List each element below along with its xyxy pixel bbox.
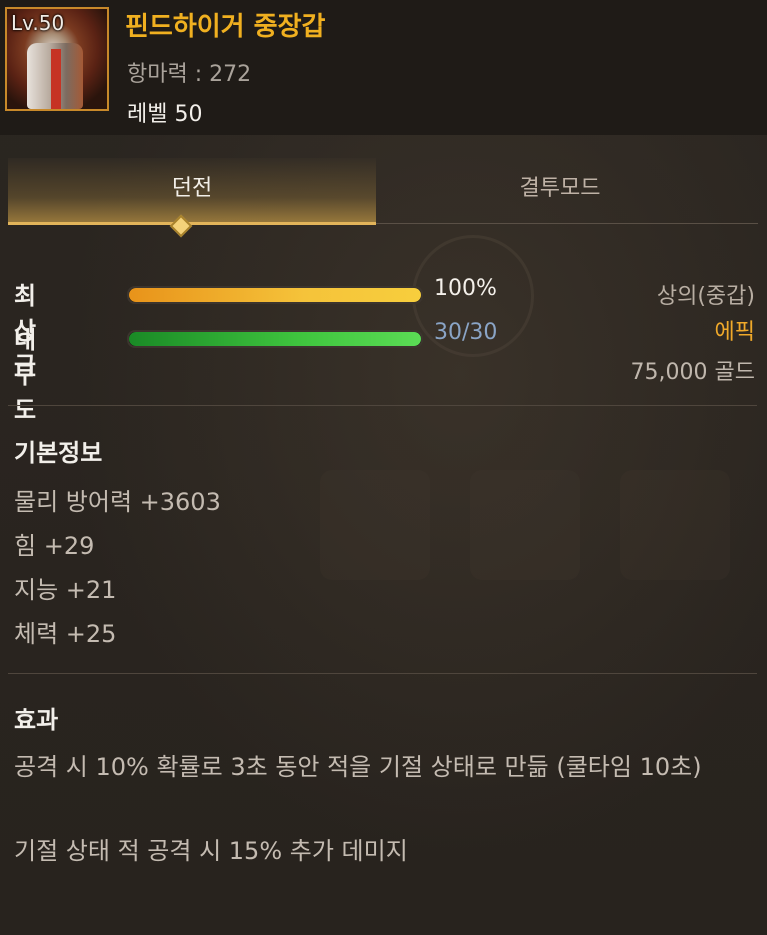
section-divider	[8, 405, 757, 406]
effect-title: 효과	[14, 706, 59, 734]
active-tab-underline	[8, 222, 376, 225]
section-divider	[8, 673, 757, 674]
durability-value: 30/30	[434, 320, 498, 345]
heavy-armor-icon: Lv.50	[5, 7, 109, 111]
stat-line: 체력 +25	[14, 620, 117, 648]
required-level: 레벨 50	[127, 102, 203, 127]
durability-bar	[127, 330, 423, 348]
equipment-slot: 상의(중갑)	[656, 284, 755, 309]
item-tooltip-panel: Lv.50 핀드하이거 중장갑 항마력 : 272 레벨 50 던전 결투모드 …	[0, 0, 767, 935]
effect-line: 공격 시 10% 확률로 3초 동안 적을 기절 상태로 만듦 (쿨타임 10초…	[14, 753, 702, 781]
tab-divider	[376, 223, 758, 224]
durability-label: 내구도	[14, 326, 37, 424]
quality-bar-fill	[129, 288, 421, 302]
background-decoration	[470, 470, 580, 580]
sell-price: 75,000 골드	[630, 360, 755, 385]
stat-line: 물리 방어력 +3603	[14, 488, 221, 516]
rarity-grade: 에픽	[714, 320, 755, 345]
background-decoration	[620, 470, 730, 580]
quality-bar	[127, 286, 423, 304]
stat-line: 지능 +21	[14, 576, 117, 604]
background-decoration	[320, 470, 430, 580]
spell-resistance: 항마력 : 272	[127, 62, 252, 87]
stat-line: 힘 +29	[14, 532, 95, 560]
tab-dungeon[interactable]: 던전	[8, 158, 376, 224]
effect-line: 기절 상태 적 공격 시 15% 추가 데미지	[14, 837, 408, 865]
basic-info-title: 기본정보	[14, 439, 103, 467]
tab-duel-mode[interactable]: 결투모드	[376, 158, 744, 224]
mode-tabs: 던전 결투모드	[8, 158, 758, 225]
quality-value: 100%	[434, 276, 497, 301]
item-header: Lv.50 핀드하이거 중장갑 항마력 : 272 레벨 50	[0, 0, 767, 135]
durability-bar-fill	[129, 332, 421, 346]
item-name: 핀드하이거 중장갑	[125, 12, 326, 42]
level-badge: Lv.50	[11, 11, 65, 35]
